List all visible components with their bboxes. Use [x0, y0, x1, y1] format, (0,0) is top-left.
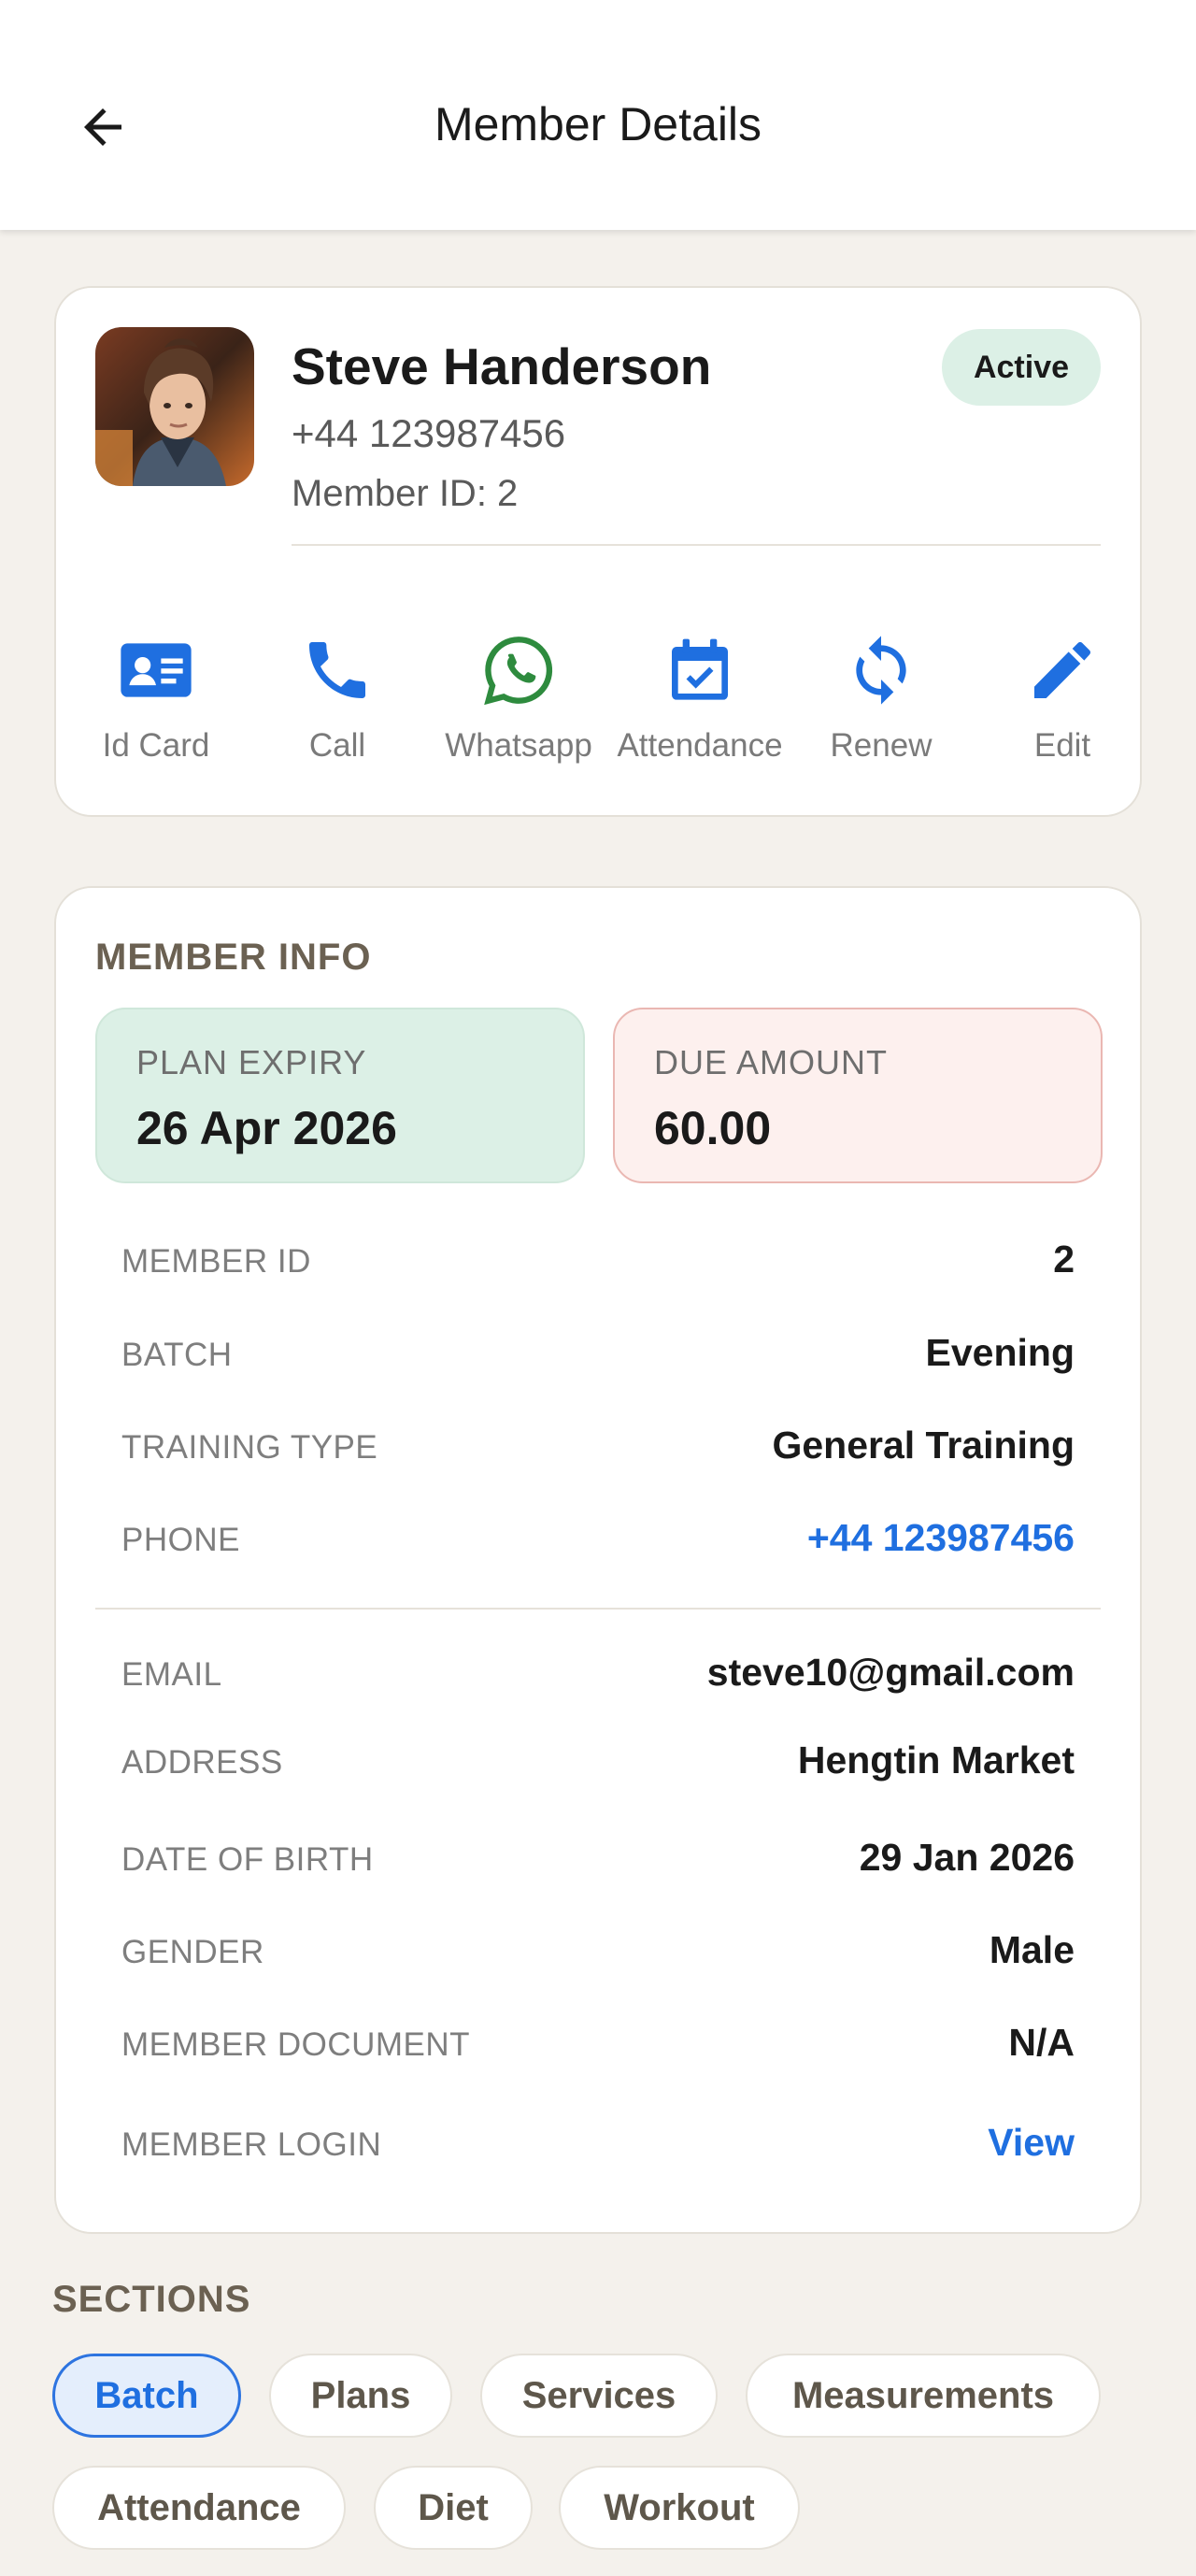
- divider: [292, 544, 1101, 546]
- whatsapp-icon: [484, 637, 553, 706]
- info-value: Male: [989, 1928, 1075, 1971]
- member-phone: +44 123987456: [292, 411, 566, 455]
- id-card-button[interactable]: Id Card: [67, 630, 245, 780]
- info-value: 29 Jan 2026: [859, 1836, 1075, 1879]
- info-key: MEMBER DOCUMENT: [121, 2026, 471, 2063]
- info-row-email: EMAIL steve10@gmail.com: [121, 1649, 1075, 1705]
- calendar-check-icon: [672, 638, 728, 700]
- info-row-member-document: MEMBER DOCUMENT N/A: [121, 2019, 1075, 2075]
- sections-heading: SECTIONS: [52, 2279, 251, 2320]
- member-info-heading: MEMBER INFO: [95, 937, 372, 978]
- info-key: EMAIL: [121, 1656, 222, 1693]
- info-row-training-type: TRAINING TYPE General Training: [121, 1422, 1075, 1478]
- info-row-dob: DATE OF BIRTH 29 Jan 2026: [121, 1834, 1075, 1890]
- chip-batch[interactable]: Batch: [52, 2354, 241, 2438]
- info-value: 2: [1053, 1238, 1075, 1281]
- refresh-icon: [856, 636, 906, 705]
- due-amount-label: DUE AMOUNT: [654, 1043, 889, 1081]
- info-row-member-id: MEMBER ID 2: [121, 1236, 1075, 1292]
- profile-card: Steve Handerson +44 123987456 Member ID:…: [54, 286, 1142, 817]
- avatar-image: [95, 327, 254, 486]
- info-value: Evening: [925, 1331, 1075, 1374]
- due-amount-box: DUE AMOUNT 60.00: [613, 1008, 1103, 1183]
- member-info-card: MEMBER INFO PLAN EXPIRY 26 Apr 2026 DUE …: [54, 886, 1142, 2234]
- whatsapp-button[interactable]: Whatsapp: [430, 630, 607, 780]
- info-key: BATCH: [121, 1337, 233, 1373]
- action-label: Edit: [1033, 727, 1091, 764]
- info-row-member-login: MEMBER LOGIN View: [121, 2119, 1075, 2175]
- phone-icon: [309, 642, 365, 698]
- call-button[interactable]: Call: [249, 630, 426, 780]
- plan-expiry-label: PLAN EXPIRY: [136, 1043, 367, 1081]
- info-row-gender: GENDER Male: [121, 1926, 1075, 1982]
- edit-button[interactable]: Edit: [974, 630, 1151, 780]
- info-value: Hengtin Market: [797, 1739, 1075, 1782]
- info-key: TRAINING TYPE: [121, 1429, 378, 1466]
- view-login-link[interactable]: View: [988, 2121, 1075, 2165]
- info-value: General Training: [772, 1424, 1075, 1467]
- id-card-icon: [121, 643, 192, 697]
- plan-expiry-box: PLAN EXPIRY 26 Apr 2026: [95, 1008, 585, 1183]
- member-name: Steve Handerson: [292, 337, 712, 395]
- app-bar: Member Details: [0, 0, 1196, 230]
- info-key: MEMBER ID: [121, 1243, 311, 1280]
- info-key: MEMBER LOGIN: [121, 2126, 382, 2163]
- info-key: PHONE: [121, 1522, 240, 1558]
- quick-actions: Id Card Call Whatsapp Attendance Renew E…: [56, 630, 1140, 780]
- info-key: ADDRESS: [121, 1744, 283, 1781]
- member-id-line: Member ID: 2: [292, 473, 519, 514]
- page-title: Member Details: [434, 98, 762, 150]
- phone-link[interactable]: +44 123987456: [807, 1516, 1075, 1560]
- chip-workout[interactable]: Workout: [559, 2466, 800, 2550]
- chip-diet[interactable]: Diet: [374, 2466, 533, 2550]
- avatar[interactable]: [95, 327, 254, 486]
- info-row-phone: PHONE +44 123987456: [121, 1514, 1075, 1570]
- chip-measurements[interactable]: Measurements: [746, 2354, 1101, 2438]
- renew-button[interactable]: Renew: [792, 630, 970, 780]
- info-row-batch: BATCH Evening: [121, 1329, 1075, 1385]
- info-value: N/A: [1008, 2021, 1075, 2064]
- due-amount-value: 60.00: [654, 1102, 772, 1154]
- chip-services[interactable]: Services: [480, 2354, 718, 2438]
- info-key: DATE OF BIRTH: [121, 1841, 374, 1878]
- info-row-address: ADDRESS Hengtin Market: [121, 1737, 1075, 1793]
- pencil-icon: [1034, 642, 1090, 698]
- divider: [95, 1608, 1101, 1610]
- info-key: GENDER: [121, 1934, 264, 1970]
- chip-plans[interactable]: Plans: [269, 2354, 452, 2438]
- status-badge: Active: [942, 329, 1101, 406]
- plan-expiry-value: 26 Apr 2026: [136, 1102, 397, 1154]
- info-value: steve10@gmail.com: [706, 1651, 1075, 1694]
- attendance-button[interactable]: Attendance: [611, 630, 789, 780]
- chip-attendance[interactable]: Attendance: [52, 2466, 346, 2550]
